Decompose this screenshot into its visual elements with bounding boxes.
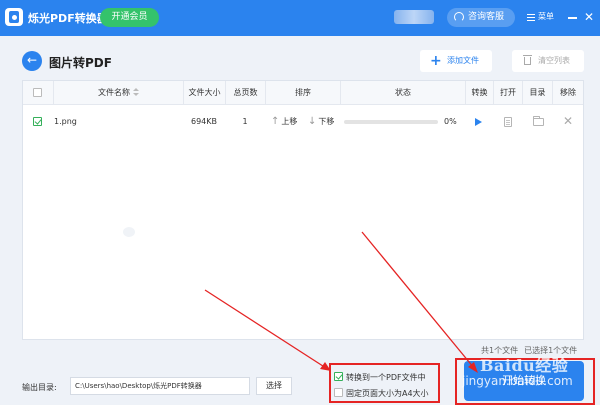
watermark-logo: Baidu经验 — [480, 356, 569, 375]
arrow-to-options — [204, 289, 327, 369]
watermark-url: jingyan.baidu.com — [462, 374, 573, 388]
annotation-arrows — [204, 231, 478, 373]
arrowhead-icon — [468, 362, 478, 373]
arrowhead-icon — [320, 362, 331, 371]
arrow-to-start — [361, 231, 475, 369]
